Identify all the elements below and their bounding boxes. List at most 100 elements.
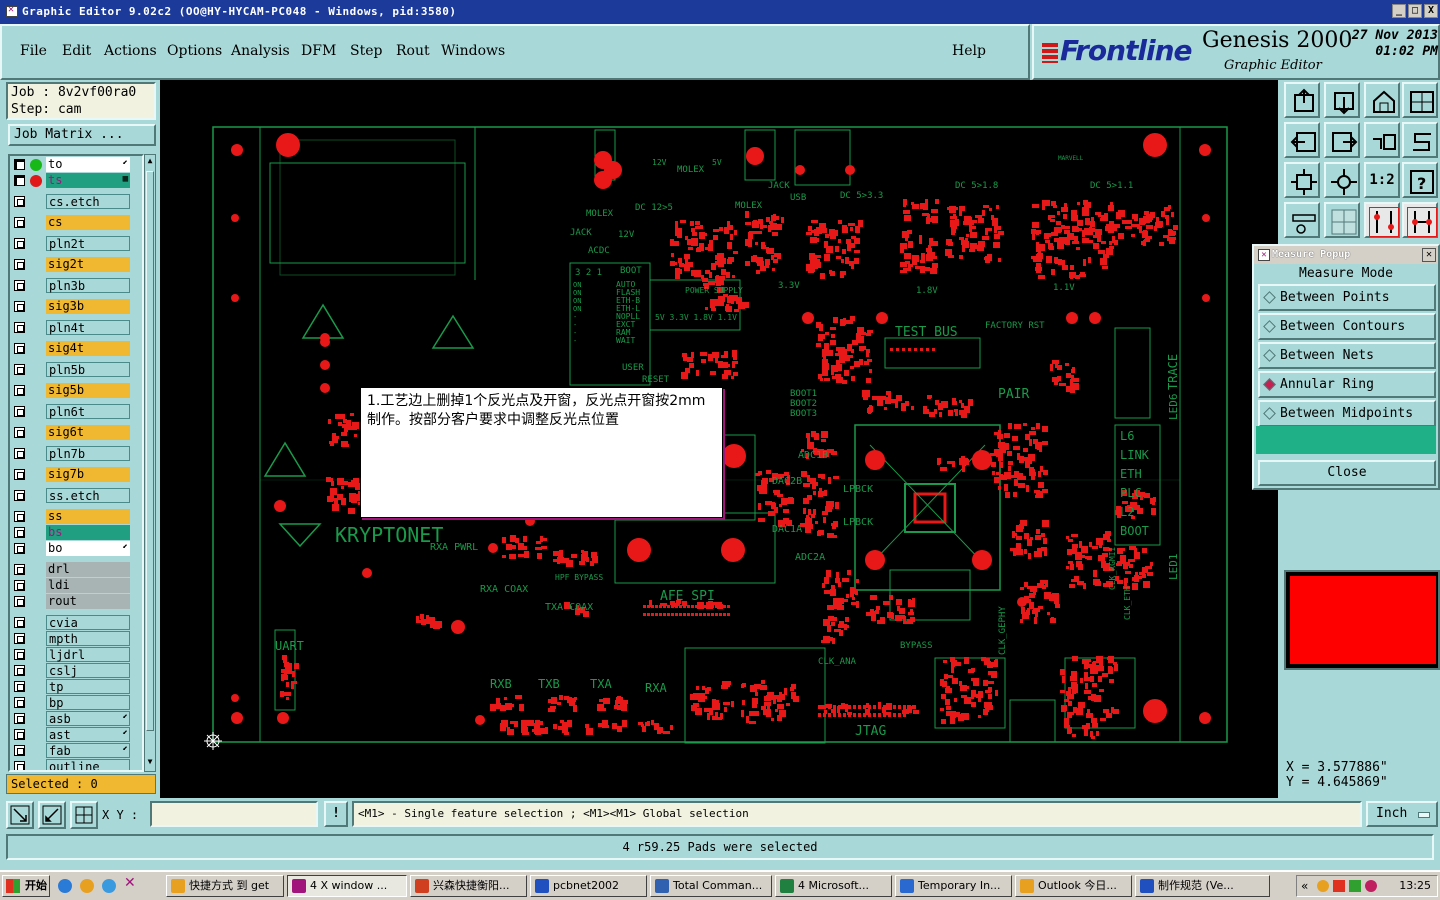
layer-row[interactable]: cs [12, 215, 142, 230]
taskbar-item[interactable]: Temporary In... [895, 875, 1012, 897]
scroll-down-icon[interactable]: ▼ [145, 757, 155, 769]
layer-name[interactable]: mpth [46, 631, 130, 646]
tool-center[interactable] [1324, 162, 1360, 198]
tray-expand-icon[interactable]: « [1301, 879, 1308, 893]
tool-select-draw[interactable] [38, 801, 66, 829]
layer-name[interactable]: ljdrl [46, 647, 130, 662]
menu-file[interactable]: File [20, 43, 47, 59]
layer-name[interactable]: ldi [46, 578, 130, 593]
menu-actions[interactable]: Actions [104, 43, 157, 59]
layer-checkbox[interactable] [14, 259, 25, 270]
layer-row[interactable]: asb ⬋ [12, 711, 142, 726]
layer-checkbox[interactable] [14, 713, 25, 724]
popup-close-icon[interactable]: ✕ [1422, 248, 1436, 262]
layer-name[interactable]: sig2t [46, 257, 130, 272]
popup-title-bar[interactable]: ✕ Measure Popup [1254, 246, 1438, 264]
maximize-button[interactable]: □ [1408, 4, 1422, 18]
layer-name[interactable]: pln7b [46, 446, 130, 461]
layer-color-icon[interactable] [30, 175, 42, 187]
layer-name[interactable]: sig6t [46, 425, 130, 440]
tool-grid[interactable] [1324, 202, 1360, 238]
layer-name[interactable]: pln3b [46, 278, 130, 293]
layer-name[interactable]: rout [46, 594, 130, 609]
layer-row[interactable]: bp [12, 695, 142, 710]
close-button[interactable]: Close [1258, 460, 1436, 486]
tray-shield-icon[interactable] [1349, 880, 1361, 892]
layer-row[interactable]: pln5b [12, 362, 142, 377]
layer-checkbox[interactable] [14, 406, 25, 417]
tool-net-2[interactable] [1402, 202, 1438, 238]
layer-name[interactable]: sig7b [46, 467, 130, 482]
tool-zoom-down[interactable] [1324, 82, 1360, 118]
layer-checkbox[interactable] [14, 745, 25, 756]
radio-diamond-icon[interactable] [1263, 407, 1276, 420]
layer-name[interactable]: outline [46, 759, 130, 770]
layer-row[interactable]: rout [12, 594, 142, 609]
tray-app-icon[interactable] [1333, 880, 1345, 892]
taskbar-item[interactable]: Total Comman... [650, 875, 772, 897]
taskbar-item[interactable]: pcbnet2002 [530, 875, 647, 897]
taskbar-item[interactable]: 4 Microsoft... [775, 875, 892, 897]
close-window-button[interactable]: X [1424, 4, 1438, 18]
measure-option[interactable]: Between Contours [1258, 313, 1436, 340]
settings-app-icon[interactable] [102, 879, 116, 893]
tool-pan-right[interactable] [1324, 122, 1360, 158]
layer-name[interactable]: to [46, 157, 130, 172]
layer-name[interactable]: drl [46, 562, 130, 577]
start-button[interactable]: 开始 [2, 875, 50, 897]
measure-option[interactable]: Between Nets [1258, 342, 1436, 369]
layer-checkbox[interactable] [14, 633, 25, 644]
layer-row[interactable]: ss.etch [12, 488, 142, 503]
menu-help[interactable]: Help [952, 43, 986, 59]
layer-checkbox[interactable] [14, 580, 25, 591]
tool-pan-left[interactable] [1284, 122, 1320, 158]
layer-checkbox[interactable] [14, 343, 25, 354]
layer-row[interactable]: pln2t [12, 236, 142, 251]
layer-row[interactable]: bs [12, 525, 142, 540]
layer-checkbox[interactable] [14, 217, 25, 228]
menu-rout[interactable]: Rout [396, 43, 430, 59]
taskbar-item[interactable]: 制作规范 (Ve... [1135, 875, 1270, 897]
clock-app-icon[interactable] [80, 879, 94, 893]
layer-row[interactable]: pln6t [12, 404, 142, 419]
menu-analysis[interactable]: Analysis [231, 43, 290, 59]
xy-input[interactable] [150, 801, 318, 827]
menu-step[interactable]: Step [350, 43, 382, 59]
layer-name[interactable]: pln2t [46, 236, 130, 251]
layer-checkbox[interactable] [14, 564, 25, 575]
menu-windows[interactable]: Windows [441, 43, 505, 59]
tray-clock-icon[interactable] [1317, 880, 1329, 892]
measure-option[interactable]: Annular Ring [1258, 371, 1436, 398]
layer-row[interactable]: to ⬋ [12, 157, 142, 172]
radio-diamond-icon[interactable] [1263, 349, 1276, 362]
layer-row[interactable]: outline [12, 759, 142, 770]
layer-checkbox[interactable] [14, 665, 25, 676]
measure-option[interactable]: Between Points [1258, 284, 1436, 311]
layer-name[interactable]: bs [46, 525, 130, 540]
layer-checkbox[interactable] [14, 238, 25, 249]
tool-help[interactable]: ? [1402, 162, 1438, 198]
layer-row[interactable]: drl [12, 562, 142, 577]
layer-row[interactable]: cvia [12, 615, 142, 630]
layer-checkbox[interactable] [14, 649, 25, 660]
scroll-thumb[interactable] [146, 171, 154, 731]
layer-name[interactable]: ss.etch [46, 488, 130, 503]
layer-name[interactable]: cslj [46, 663, 130, 678]
layer-row[interactable]: sig2t [12, 257, 142, 272]
radio-diamond-icon[interactable] [1263, 378, 1276, 391]
layer-checkbox[interactable] [14, 196, 25, 207]
taskbar-item[interactable]: 4 X window ... [287, 875, 407, 897]
layer-name[interactable]: pln5b [46, 362, 130, 377]
tool-fit-all[interactable] [1284, 162, 1320, 198]
ie-icon[interactable] [58, 879, 72, 893]
minimize-button[interactable]: _ [1392, 4, 1406, 18]
layer-checkbox[interactable] [14, 617, 25, 628]
layer-checkbox[interactable] [14, 159, 25, 170]
execute-button[interactable]: ! [324, 801, 348, 827]
layer-name[interactable]: ast [46, 727, 130, 742]
layer-checkbox[interactable] [14, 469, 25, 480]
layer-name[interactable]: asb [46, 711, 130, 726]
tool-scale-1-2[interactable]: 1:2 [1364, 162, 1400, 198]
radio-diamond-icon[interactable] [1263, 320, 1276, 333]
job-matrix-button[interactable]: Job Matrix ... [8, 124, 156, 146]
